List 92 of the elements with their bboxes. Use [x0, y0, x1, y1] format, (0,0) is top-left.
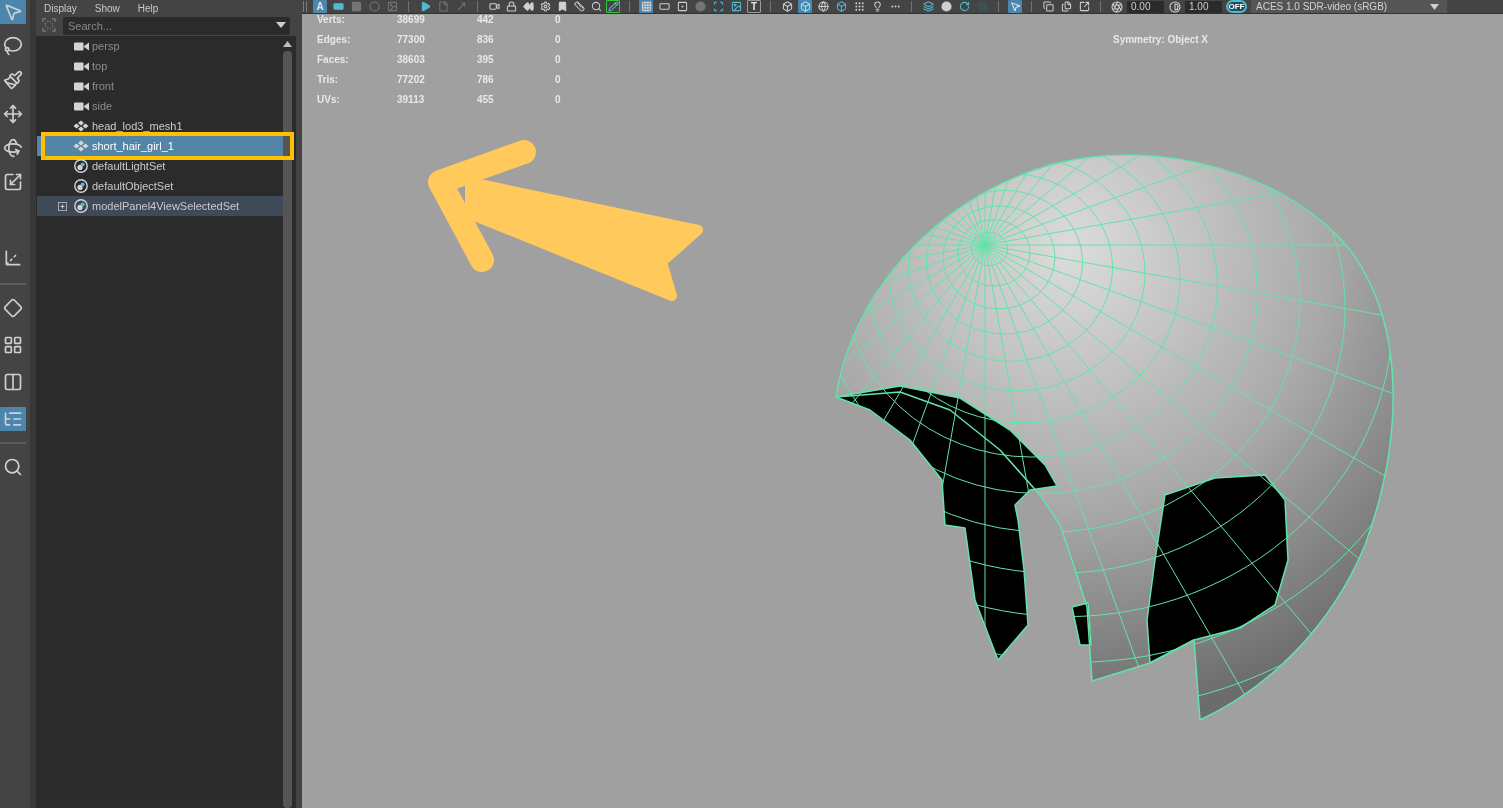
- set-icon: [74, 159, 88, 173]
- item-label: short_hair_girl_1: [92, 140, 174, 152]
- rectangle-icon[interactable]: [657, 0, 671, 13]
- cube-icon[interactable]: [834, 0, 848, 13]
- camera-icon: [73, 61, 89, 71]
- square-dot-icon[interactable]: [675, 0, 689, 13]
- grid-icon[interactable]: [639, 0, 653, 13]
- pointer-icon[interactable]: [0, 0, 26, 24]
- menu-item[interactable]: Display: [44, 3, 77, 14]
- cube-icon[interactable]: [798, 0, 812, 13]
- search-field[interactable]: Search...: [63, 17, 290, 35]
- outliner-item[interactable]: persp: [37, 36, 283, 56]
- search-icon[interactable]: [589, 0, 603, 13]
- stat-value: 39113: [397, 94, 426, 106]
- stat-value: 455: [477, 94, 495, 106]
- outliner-item[interactable]: short_hair_girl_1: [37, 136, 283, 156]
- stat-value: 38603: [397, 54, 426, 66]
- outliner-item[interactable]: head_lod3_mesh1: [37, 116, 283, 136]
- contrast-icon[interactable]: [1168, 0, 1181, 13]
- layers-icon[interactable]: [921, 0, 935, 13]
- menu-item[interactable]: Help: [137, 3, 159, 14]
- outliner-item[interactable]: front: [37, 76, 283, 96]
- item-label: defaultObjectSet: [92, 180, 174, 192]
- item-label: defaultLightSet: [92, 160, 166, 172]
- outliner-item[interactable]: defaultObjectSet: [37, 176, 283, 196]
- cube-icon[interactable]: [780, 0, 794, 13]
- aperture-icon[interactable]: [1110, 0, 1123, 13]
- expand-icon[interactable]: [58, 201, 67, 211]
- stat-label: Verts:: [317, 14, 346, 26]
- camera-icon: [73, 41, 89, 51]
- lock-icon[interactable]: [504, 0, 518, 13]
- camera-icon: [73, 101, 89, 111]
- caret-icon[interactable]: [276, 22, 286, 28]
- outliner-item[interactable]: defaultLightSet: [37, 156, 283, 176]
- caret-icon: [1430, 3, 1439, 10]
- item-label: top: [92, 60, 108, 72]
- mesh-icon: [73, 120, 89, 132]
- stat-label: UVs:: [317, 94, 341, 106]
- toggle-button[interactable]: OFF: [1226, 0, 1247, 13]
- outliner-item[interactable]: side: [37, 96, 283, 116]
- item-label: modelPanel4ViewSelectedSet: [92, 200, 240, 212]
- rotate-icon[interactable]: [957, 0, 971, 13]
- files-icon[interactable]: [1059, 0, 1073, 13]
- stat-value: 77202: [397, 74, 426, 86]
- dots-grid-icon[interactable]: [852, 0, 866, 13]
- set-icon: [74, 199, 88, 213]
- stat-value: 0: [555, 54, 562, 66]
- video-camera-icon[interactable]: [487, 0, 501, 13]
- stat-value: 836: [477, 34, 495, 46]
- symmetry-label: Symmetry: Object X: [1113, 34, 1209, 46]
- menu-item[interactable]: Show: [94, 3, 120, 14]
- stat-value: 442: [477, 14, 495, 26]
- item-label: persp: [92, 40, 120, 52]
- scroll-up-icon[interactable]: [283, 41, 292, 47]
- letter-button[interactable]: A: [313, 0, 327, 13]
- copy-icon[interactable]: [1041, 0, 1055, 13]
- settings-icon[interactable]: [538, 0, 552, 13]
- stat-label: Edges:: [317, 34, 352, 46]
- pencil-icon[interactable]: [606, 0, 620, 13]
- stat-label: Tris:: [317, 74, 340, 86]
- mesh-icon: [73, 140, 89, 152]
- color-space-dropdown[interactable]: ACES 1.0 SDR-video (sRGB): [1251, 0, 1447, 13]
- item-label: front: [92, 80, 114, 92]
- scrollbar-thumb[interactable]: [283, 51, 292, 808]
- letter-button[interactable]: T: [747, 0, 761, 13]
- number-field[interactable]: 1.00: [1185, 0, 1222, 13]
- stat-value: 77300: [397, 34, 426, 46]
- ruler-icon[interactable]: [572, 0, 586, 13]
- scan-frame-icon[interactable]: [711, 0, 725, 13]
- external-square-icon[interactable]: [1077, 0, 1091, 13]
- stat-value: 395: [477, 54, 495, 66]
- stat-value: 0: [555, 14, 562, 26]
- rewind-icon[interactable]: [521, 0, 535, 13]
- stat-value: 0: [555, 34, 562, 46]
- outliner-item[interactable]: top: [37, 56, 283, 76]
- circle-icon[interactable]: [939, 0, 953, 13]
- list-tree-icon[interactable]: [0, 407, 26, 431]
- pointer-icon[interactable]: [1008, 0, 1022, 13]
- item-label: side: [92, 100, 113, 112]
- outliner-item[interactable]: modelPanel4ViewSelectedSet: [37, 196, 283, 216]
- stat-label: Faces:: [317, 54, 350, 66]
- item-label: head_lod3_mesh1: [92, 120, 183, 132]
- set-icon: [74, 179, 88, 193]
- stat-value: 38699: [397, 14, 426, 26]
- globe-icon[interactable]: [816, 0, 830, 13]
- stat-value: 0: [555, 74, 562, 86]
- stat-value: 0: [555, 94, 562, 106]
- number-field[interactable]: 0.00: [1127, 0, 1164, 13]
- camera-icon: [73, 81, 89, 91]
- image-icon[interactable]: [729, 0, 743, 13]
- stat-value: 786: [477, 74, 495, 86]
- rectangle-icon[interactable]: [331, 0, 345, 13]
